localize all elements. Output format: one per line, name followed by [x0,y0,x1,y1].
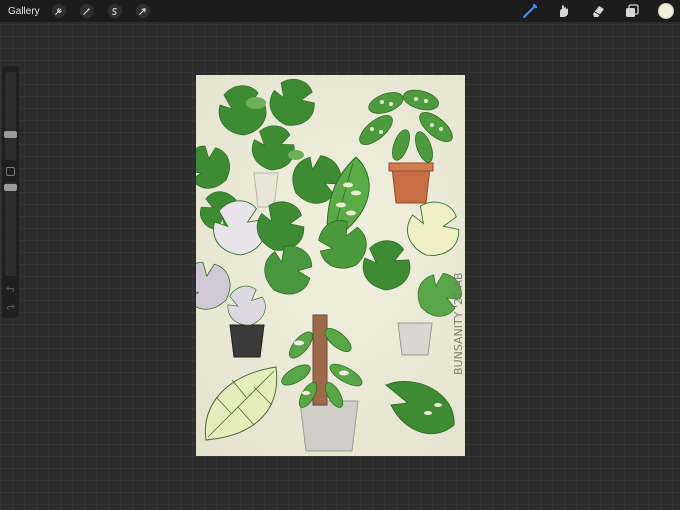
transform-arrow-icon [139,7,146,15]
artist-signature: BUNSANITY '21·AB [452,272,465,375]
artwork: BUNSANITY '21·AB [196,75,465,452]
modify-button[interactable] [6,167,15,176]
tool-group [504,0,674,22]
brush-sidebar [2,66,19,318]
magic-wand-icon [83,7,91,15]
green-monstera-leaf [385,381,455,435]
pale-monstera-leaf [204,366,278,441]
smudge-button[interactable] [556,3,572,19]
gallery-button[interactable]: Gallery [8,6,40,17]
brush-icon [523,3,538,18]
layers-icon [626,4,639,17]
adansonii-moss-pole-plant [281,314,363,452]
layers-button[interactable] [624,3,640,19]
selection-button[interactable] [107,4,122,18]
redo-icon[interactable] [6,302,15,311]
smudge-icon [560,5,568,17]
adansonii-plant-1 [359,89,453,204]
eraser-button[interactable] [590,3,606,19]
wrench-icon [55,7,62,15]
adjustments-button[interactable] [79,4,94,18]
top-toolbar: Gallery [0,0,680,22]
drawing-canvas[interactable]: BUNSANITY '21·AB [196,75,465,456]
brush-button[interactable] [522,3,538,19]
opacity-handle[interactable] [4,184,17,191]
selection-icon [112,7,118,15]
transform-button[interactable] [135,4,150,18]
eraser-icon [593,6,604,17]
signature-group: BUNSANITY '21·AB [452,272,465,375]
color-picker-button[interactable] [658,3,674,19]
actions-button[interactable] [51,4,66,18]
undo-icon[interactable] [6,284,15,293]
opacity-slider[interactable] [4,182,17,276]
brush-size-slider[interactable] [4,72,17,160]
brush-size-handle[interactable] [4,131,17,138]
